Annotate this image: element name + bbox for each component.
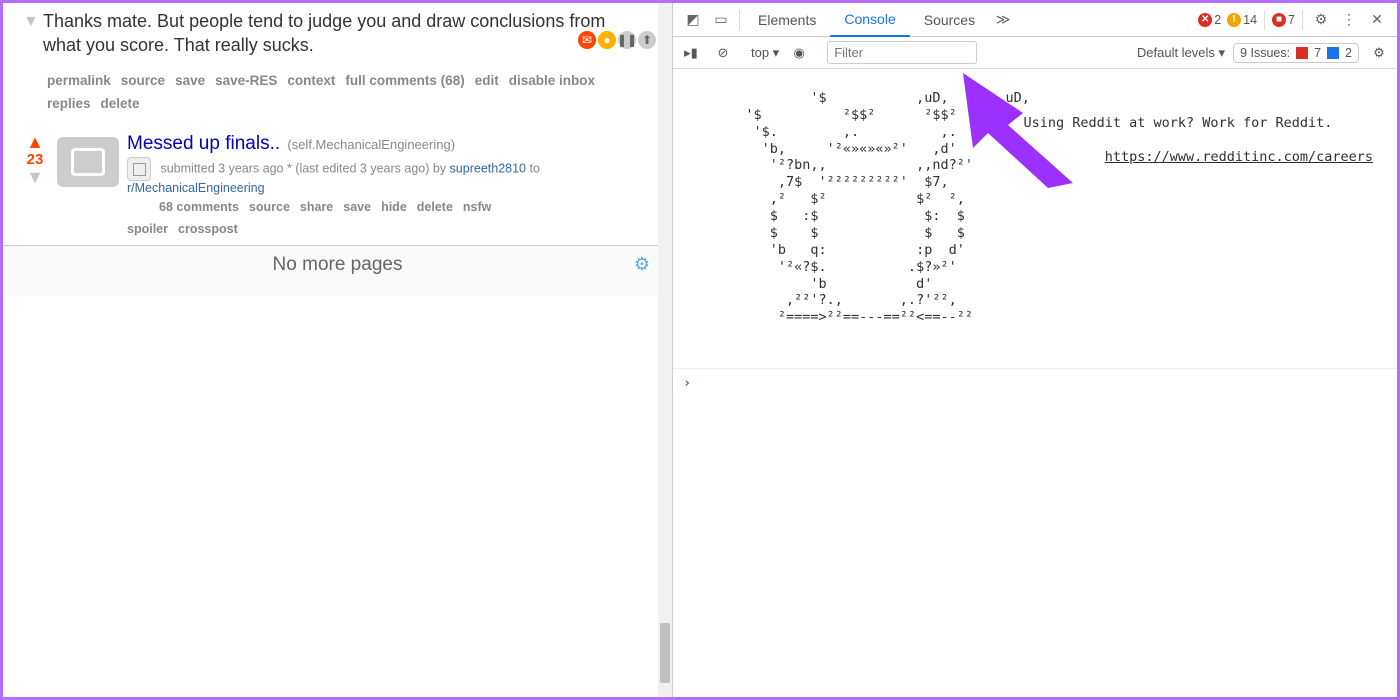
issue-red-icon: [1296, 47, 1308, 59]
subreddit-link[interactable]: r/MechanicalEngineering: [127, 181, 265, 195]
sidebar-toggle-icon[interactable]: ▸▮: [679, 45, 703, 61]
more-tabs-icon[interactable]: ≫: [989, 11, 1017, 28]
device-toggle-icon[interactable]: ▭: [707, 11, 735, 28]
issues-badge[interactable]: ■7: [1272, 13, 1295, 27]
post-action[interactable]: save: [343, 200, 371, 214]
post-actions-2: spoiler crosspost: [127, 219, 662, 239]
upvote-icon[interactable]: ▲: [17, 135, 53, 149]
ascii-art: '$ ,uD, ,uD, '$ ²$$² ²$$² '$. ,. ,. 'b, …: [673, 69, 1397, 368]
downvote-icon[interactable]: ▼: [23, 11, 39, 33]
post-listing: ▲ 23 ▼ Messed up finals.. (self.Mechanic…: [3, 125, 672, 245]
settings-icon[interactable]: ⚙: [1307, 11, 1335, 28]
comment-link[interactable]: save: [175, 73, 205, 88]
post-action[interactable]: delete: [417, 200, 453, 214]
post-action[interactable]: spoiler: [127, 222, 168, 236]
recruit-message: Using Reddit at work? Work for Reddit. h…: [1024, 81, 1374, 182]
comment-link[interactable]: edit: [475, 73, 499, 88]
post-tagline: submitted 3 years ago * (last edited 3 y…: [127, 157, 662, 195]
post-action[interactable]: 68 comments: [159, 200, 239, 214]
devtools-tabbar: ◩ ▭ Elements Console Sources ≫ ✕2 !14 ■7…: [673, 3, 1397, 37]
issue-blue-icon: [1327, 47, 1339, 59]
tab-elements[interactable]: Elements: [744, 3, 830, 37]
comment-link[interactable]: full comments (68): [345, 73, 464, 88]
separator: [739, 10, 740, 30]
error-badge[interactable]: ✕2: [1198, 13, 1221, 27]
tab-console[interactable]: Console: [830, 3, 909, 37]
filter-input[interactable]: [827, 41, 977, 64]
console-prompt[interactable]: ›: [673, 368, 1397, 397]
console-settings-icon[interactable]: ⚙: [1367, 45, 1391, 61]
pagination-footer: No more pages ⚙: [3, 245, 672, 296]
downvote-icon[interactable]: ▼: [17, 170, 53, 184]
post-thumbnail[interactable]: [57, 137, 119, 187]
post-score: 23: [17, 151, 53, 168]
footer-title: No more pages: [13, 254, 662, 276]
post-action[interactable]: nsfw: [463, 200, 491, 214]
comment-body: ▼ Thanks mate. But people tend to judge …: [3, 3, 672, 66]
comment-link[interactable]: save-RES: [215, 73, 277, 88]
clear-console-icon[interactable]: ⊘: [711, 45, 735, 61]
reddit-pane: ▼ Thanks mate. But people tend to judge …: [3, 3, 673, 697]
tab-sources[interactable]: Sources: [910, 3, 989, 37]
comment-action-bar: permalink source save save-RES context full c…: [3, 66, 672, 126]
comment-link[interactable]: context: [287, 73, 335, 88]
post-actions: 68 comments source share save hide delete nsfw: [159, 197, 662, 217]
context-select[interactable]: top ▾: [751, 45, 779, 61]
jump-up-icon[interactable]: ⬆: [638, 31, 656, 49]
post: ▲ 23 ▼ Messed up finals.. (self.Mechanic…: [3, 125, 672, 245]
recruit-link[interactable]: https://www.redditinc.com/careers: [1105, 149, 1373, 165]
kebab-menu-icon[interactable]: ⋮: [1335, 11, 1363, 28]
comment-text: Thanks mate. But people tend to judge yo…: [43, 11, 605, 55]
scrollbar[interactable]: [658, 3, 672, 697]
issues-pill[interactable]: 9 Issues: 7 2: [1233, 43, 1359, 63]
log-levels-select[interactable]: Default levels ▾: [1137, 45, 1225, 61]
close-icon[interactable]: ✕: [1363, 11, 1391, 28]
comment-link[interactable]: source: [121, 73, 165, 88]
pause-icon[interactable]: ❚❚: [618, 31, 636, 49]
post-action[interactable]: hide: [381, 200, 407, 214]
post-title[interactable]: Messed up finals..: [127, 133, 280, 154]
gear-icon[interactable]: ⚙: [634, 254, 650, 275]
console-output: '$ ,uD, ,uD, '$ ²$$² ²$$² '$. ,. ,. 'b, …: [673, 69, 1397, 697]
warning-badge[interactable]: !14: [1227, 13, 1257, 27]
mail-icon[interactable]: ✉: [578, 31, 596, 49]
scrollbar-thumb[interactable]: [660, 623, 670, 683]
inspect-icon[interactable]: ◩: [679, 11, 707, 28]
author-link[interactable]: supreeth2810: [450, 162, 526, 176]
header-shortcut-icons: ✉ ● ❚❚ ⬆: [578, 31, 656, 49]
live-expression-icon[interactable]: ◉: [787, 45, 811, 61]
post-action[interactable]: share: [300, 200, 333, 214]
post-action[interactable]: crosspost: [178, 222, 238, 236]
post-action[interactable]: source: [249, 200, 290, 214]
chat-icon[interactable]: ●: [598, 31, 616, 49]
comment-link[interactable]: delete: [101, 96, 140, 111]
expando-button[interactable]: [127, 157, 151, 181]
post-domain: (self.MechanicalEngineering): [287, 137, 455, 152]
comment-link[interactable]: permalink: [47, 73, 111, 88]
console-toolbar: ▸▮ ⊘ top ▾ ◉ Default levels ▾ 9 Issues: …: [673, 37, 1397, 69]
devtools-pane: ◩ ▭ Elements Console Sources ≫ ✕2 !14 ■7…: [673, 3, 1397, 697]
